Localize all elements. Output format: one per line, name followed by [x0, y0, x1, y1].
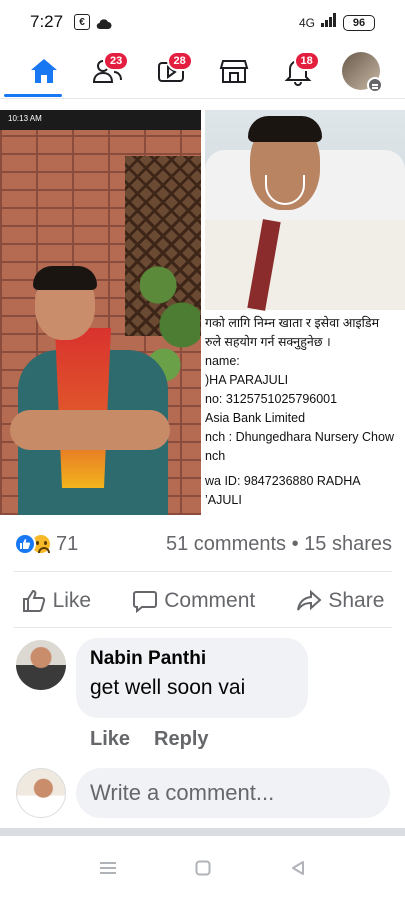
- like-reaction-icon: [14, 533, 36, 555]
- post-images: 10:13 AM गको लागि निम्न खाता र इसेवा आइड…: [0, 110, 405, 515]
- system-nav-bar: [0, 836, 405, 900]
- info-line: no: 3125751025796001: [205, 392, 338, 406]
- nav-notifications[interactable]: 18: [274, 47, 322, 95]
- recents-button[interactable]: [96, 856, 120, 880]
- bank-info-text: गको लागि निम्न खाता र इसेवा आइडिम रुले स…: [205, 312, 405, 510]
- hospital-scene: [205, 110, 405, 311]
- comment-label: Comment: [164, 589, 256, 612]
- hospital-gown: [205, 220, 405, 310]
- write-comment-input[interactable]: [76, 768, 390, 818]
- nav-watch[interactable]: 28: [147, 47, 195, 95]
- back-triangle-icon: [291, 861, 304, 875]
- thumbs-up-icon: [22, 589, 45, 612]
- reactions-row: 71 51 comments • 15 shares: [14, 530, 392, 558]
- signal-icon: [321, 13, 337, 32]
- info-line: Asia Bank Limited: [205, 411, 306, 425]
- comment-reply-link[interactable]: Reply: [154, 728, 208, 751]
- bottom-divider: [0, 828, 405, 836]
- status-left-icons: €: [74, 14, 112, 30]
- post-photo-right[interactable]: गको लागि निम्न खाता र इसेवा आइडिम रुले स…: [205, 110, 405, 515]
- friends-badge: 23: [103, 51, 130, 71]
- divider: [14, 627, 392, 628]
- comment-bubble[interactable]: Nabin Panthi get well soon vai: [76, 638, 308, 718]
- nav-marketplace[interactable]: [210, 47, 258, 95]
- comment-like-link[interactable]: Like: [90, 728, 130, 751]
- info-line: गको लागि निम्न खाता र इसेवा आइडिम: [205, 316, 380, 330]
- cloud-icon: [96, 17, 112, 29]
- nav-active-indicator: [4, 94, 62, 97]
- home-icon: [30, 59, 57, 83]
- share-icon: [297, 589, 322, 611]
- reaction-icons[interactable]: [14, 533, 52, 555]
- profile-avatar: [342, 52, 384, 93]
- person-arms: [10, 410, 170, 450]
- photo-phone-time: 10:13 AM: [8, 114, 42, 123]
- like-label: Like: [52, 589, 92, 612]
- post-photo-left[interactable]: 10:13 AM: [0, 110, 201, 515]
- like-button[interactable]: Like: [21, 588, 92, 614]
- marketplace-icon: [219, 60, 249, 83]
- menu-icon: [367, 77, 384, 93]
- recents-icon: [99, 862, 116, 874]
- info-line: nch: [205, 449, 226, 463]
- back-button[interactable]: [286, 856, 310, 880]
- top-nav-bar: 23 28 18: [0, 44, 405, 98]
- commenter-avatar[interactable]: [16, 640, 66, 690]
- status-bar: 7:27 € 4G 96: [0, 0, 405, 44]
- comment-author[interactable]: Nabin Panthi: [90, 648, 294, 670]
- notification-box-icon: €: [74, 14, 90, 30]
- person-hair: [33, 266, 97, 290]
- info-line: रुले सहयोग गर्न सक्नुहुनेछ ।: [205, 335, 331, 349]
- info-line: name:: [205, 354, 240, 368]
- info-line: nch : Dhungedhara Nursery Chow: [205, 430, 394, 444]
- comments-shares-count[interactable]: 51 comments • 15 shares: [166, 533, 392, 556]
- notifications-badge: 18: [293, 51, 320, 71]
- photo-phone-status-bar: 10:13 AM: [0, 110, 201, 130]
- nav-profile-menu[interactable]: [337, 47, 385, 95]
- nav-friends[interactable]: 23: [83, 47, 131, 95]
- nav-divider: [0, 98, 405, 99]
- info-line: )HA PARAJULI: [205, 373, 289, 387]
- comment-text: get well soon vai: [90, 676, 246, 699]
- nav-home[interactable]: [20, 47, 68, 95]
- share-button[interactable]: Share: [296, 588, 384, 614]
- divider: [14, 571, 392, 572]
- status-time: 7:27: [30, 12, 64, 31]
- info-line: ’AJULI: [205, 493, 242, 507]
- network-type: 4G: [298, 15, 315, 30]
- patient-hair: [248, 116, 322, 142]
- battery-icon: 96: [343, 14, 375, 31]
- comment-icon: [133, 591, 158, 614]
- home-system-button[interactable]: [191, 856, 215, 880]
- post-actions-row: Like Comment Share: [0, 580, 405, 622]
- share-label: Share: [328, 589, 385, 612]
- comment-button[interactable]: Comment: [132, 588, 255, 614]
- watch-badge: 28: [166, 51, 193, 71]
- reaction-count[interactable]: 71: [56, 533, 78, 556]
- square-icon: [195, 860, 210, 876]
- status-right-icons: 4G 96: [299, 13, 375, 32]
- comment-actions: Like Reply: [90, 728, 209, 751]
- my-avatar: [16, 768, 66, 818]
- info-line: wa ID: 9847236880 RADHA: [205, 474, 361, 488]
